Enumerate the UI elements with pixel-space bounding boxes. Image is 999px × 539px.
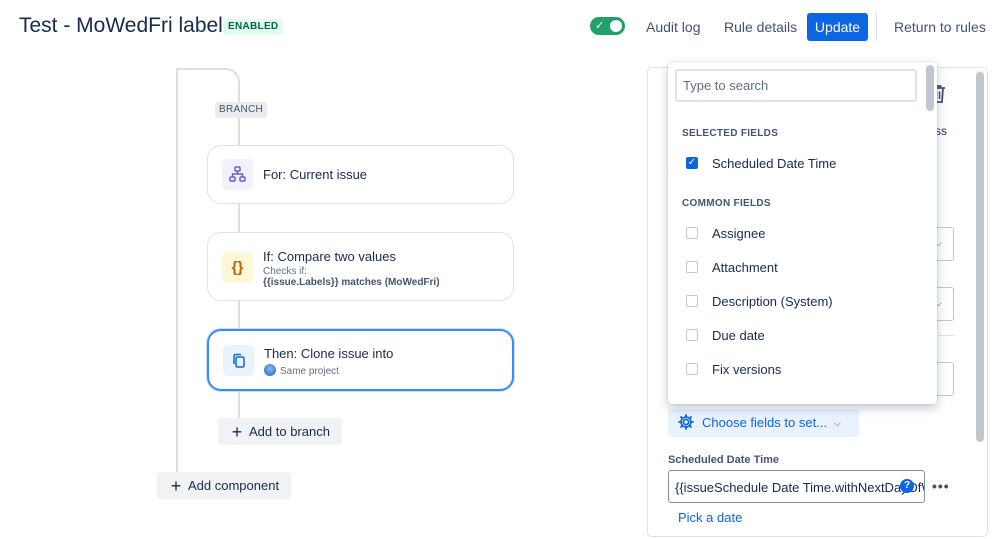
chevron-down-icon: ⌵ [834,418,841,428]
field-picker-dropdown: SELECTED FIELDS ✓ Scheduled Date Time CO… [668,62,937,404]
panel-divider [938,335,954,336]
main-flow-line [176,68,178,473]
branch-line-4 [238,390,240,419]
plus-icon: + [170,476,182,496]
branch-line-2 [238,204,240,233]
checkbox-icon[interactable] [686,329,698,341]
card-subtitle: Same project [264,364,339,377]
page-title: Test - MoWedFri label [19,14,223,37]
audit-log-button[interactable]: Audit log [638,13,708,41]
dropdown-scrollbar-thumb[interactable] [926,65,934,111]
plus-icon: + [231,422,243,442]
project-avatar [264,364,276,376]
copy-icon [223,345,254,376]
card-subtitle: Checks if: [263,266,307,277]
checkbox-icon[interactable] [686,363,698,375]
hierarchy-icon [222,159,253,190]
field-option-fix-versions[interactable]: Fix versions [668,353,924,387]
update-button[interactable]: Update [807,13,868,41]
return-to-rules-button[interactable]: Return to rules [886,13,994,41]
checkbox-icon[interactable] [686,261,698,273]
help-icon[interactable]: ? [900,479,914,493]
branch-line-1 [238,118,240,146]
gear-icon [678,409,694,437]
field-option-scheduled-date-time[interactable]: ✓ Scheduled Date Time [668,147,924,181]
check-icon: ✓ [595,20,605,32]
checkbox-icon[interactable] [686,295,698,307]
status-badge: ENABLED [223,19,284,35]
card-condition: {{issue.Labels}} matches (MoWedFri) [263,277,440,288]
scheduled-date-time-input[interactable]: {{issueSchedule Date Time.withNextDayOfW… [668,470,925,503]
choose-fields-button[interactable]: Choose fields to set... ⌵ [668,409,859,437]
pick-a-date-link[interactable]: Pick a date [678,510,742,525]
component-card-for-current-issue[interactable]: For: Current issue [207,145,514,204]
panel-scrollbar-thumb[interactable] [976,72,984,442]
checkbox-checked-icon[interactable]: ✓ [686,157,698,169]
field-option-description[interactable]: Description (System) [668,285,924,319]
rule-details-button[interactable]: Rule details [716,13,805,41]
card-title: For: Current issue [263,167,368,182]
component-card-compare-values[interactable]: {} If: Compare two values Checks if: {{i… [207,232,514,301]
field-option-assignee[interactable]: Assignee [668,217,924,251]
add-to-branch-button[interactable]: + Add to branch [218,418,342,445]
scheduled-date-time-label: Scheduled Date Time [668,454,780,466]
header-divider [876,13,877,41]
rule-enabled-toggle[interactable]: ✓ [590,17,625,35]
card-title: Then: Clone issue into [264,346,394,361]
field-search-input[interactable] [675,69,917,102]
component-card-clone-issue[interactable]: Then: Clone issue into Same project [207,329,514,391]
field-option-due-date[interactable]: Due date [668,319,924,353]
selected-fields-header: SELECTED FIELDS [682,128,779,139]
toggle-knob [610,20,622,32]
branch-tag: BRANCH [215,102,268,118]
panel-input-peek[interactable] [936,362,954,396]
field-option-attachment[interactable]: Attachment [668,251,924,285]
add-component-button[interactable]: + Add component [157,472,291,499]
checkbox-icon[interactable] [686,227,698,239]
common-fields-header: COMMON FIELDS [682,198,771,209]
more-options-icon[interactable]: ••• [932,478,950,494]
curly-braces-icon: {} [222,252,253,283]
branch-line-3 [238,301,240,330]
card-title: If: Compare two values [263,249,396,264]
